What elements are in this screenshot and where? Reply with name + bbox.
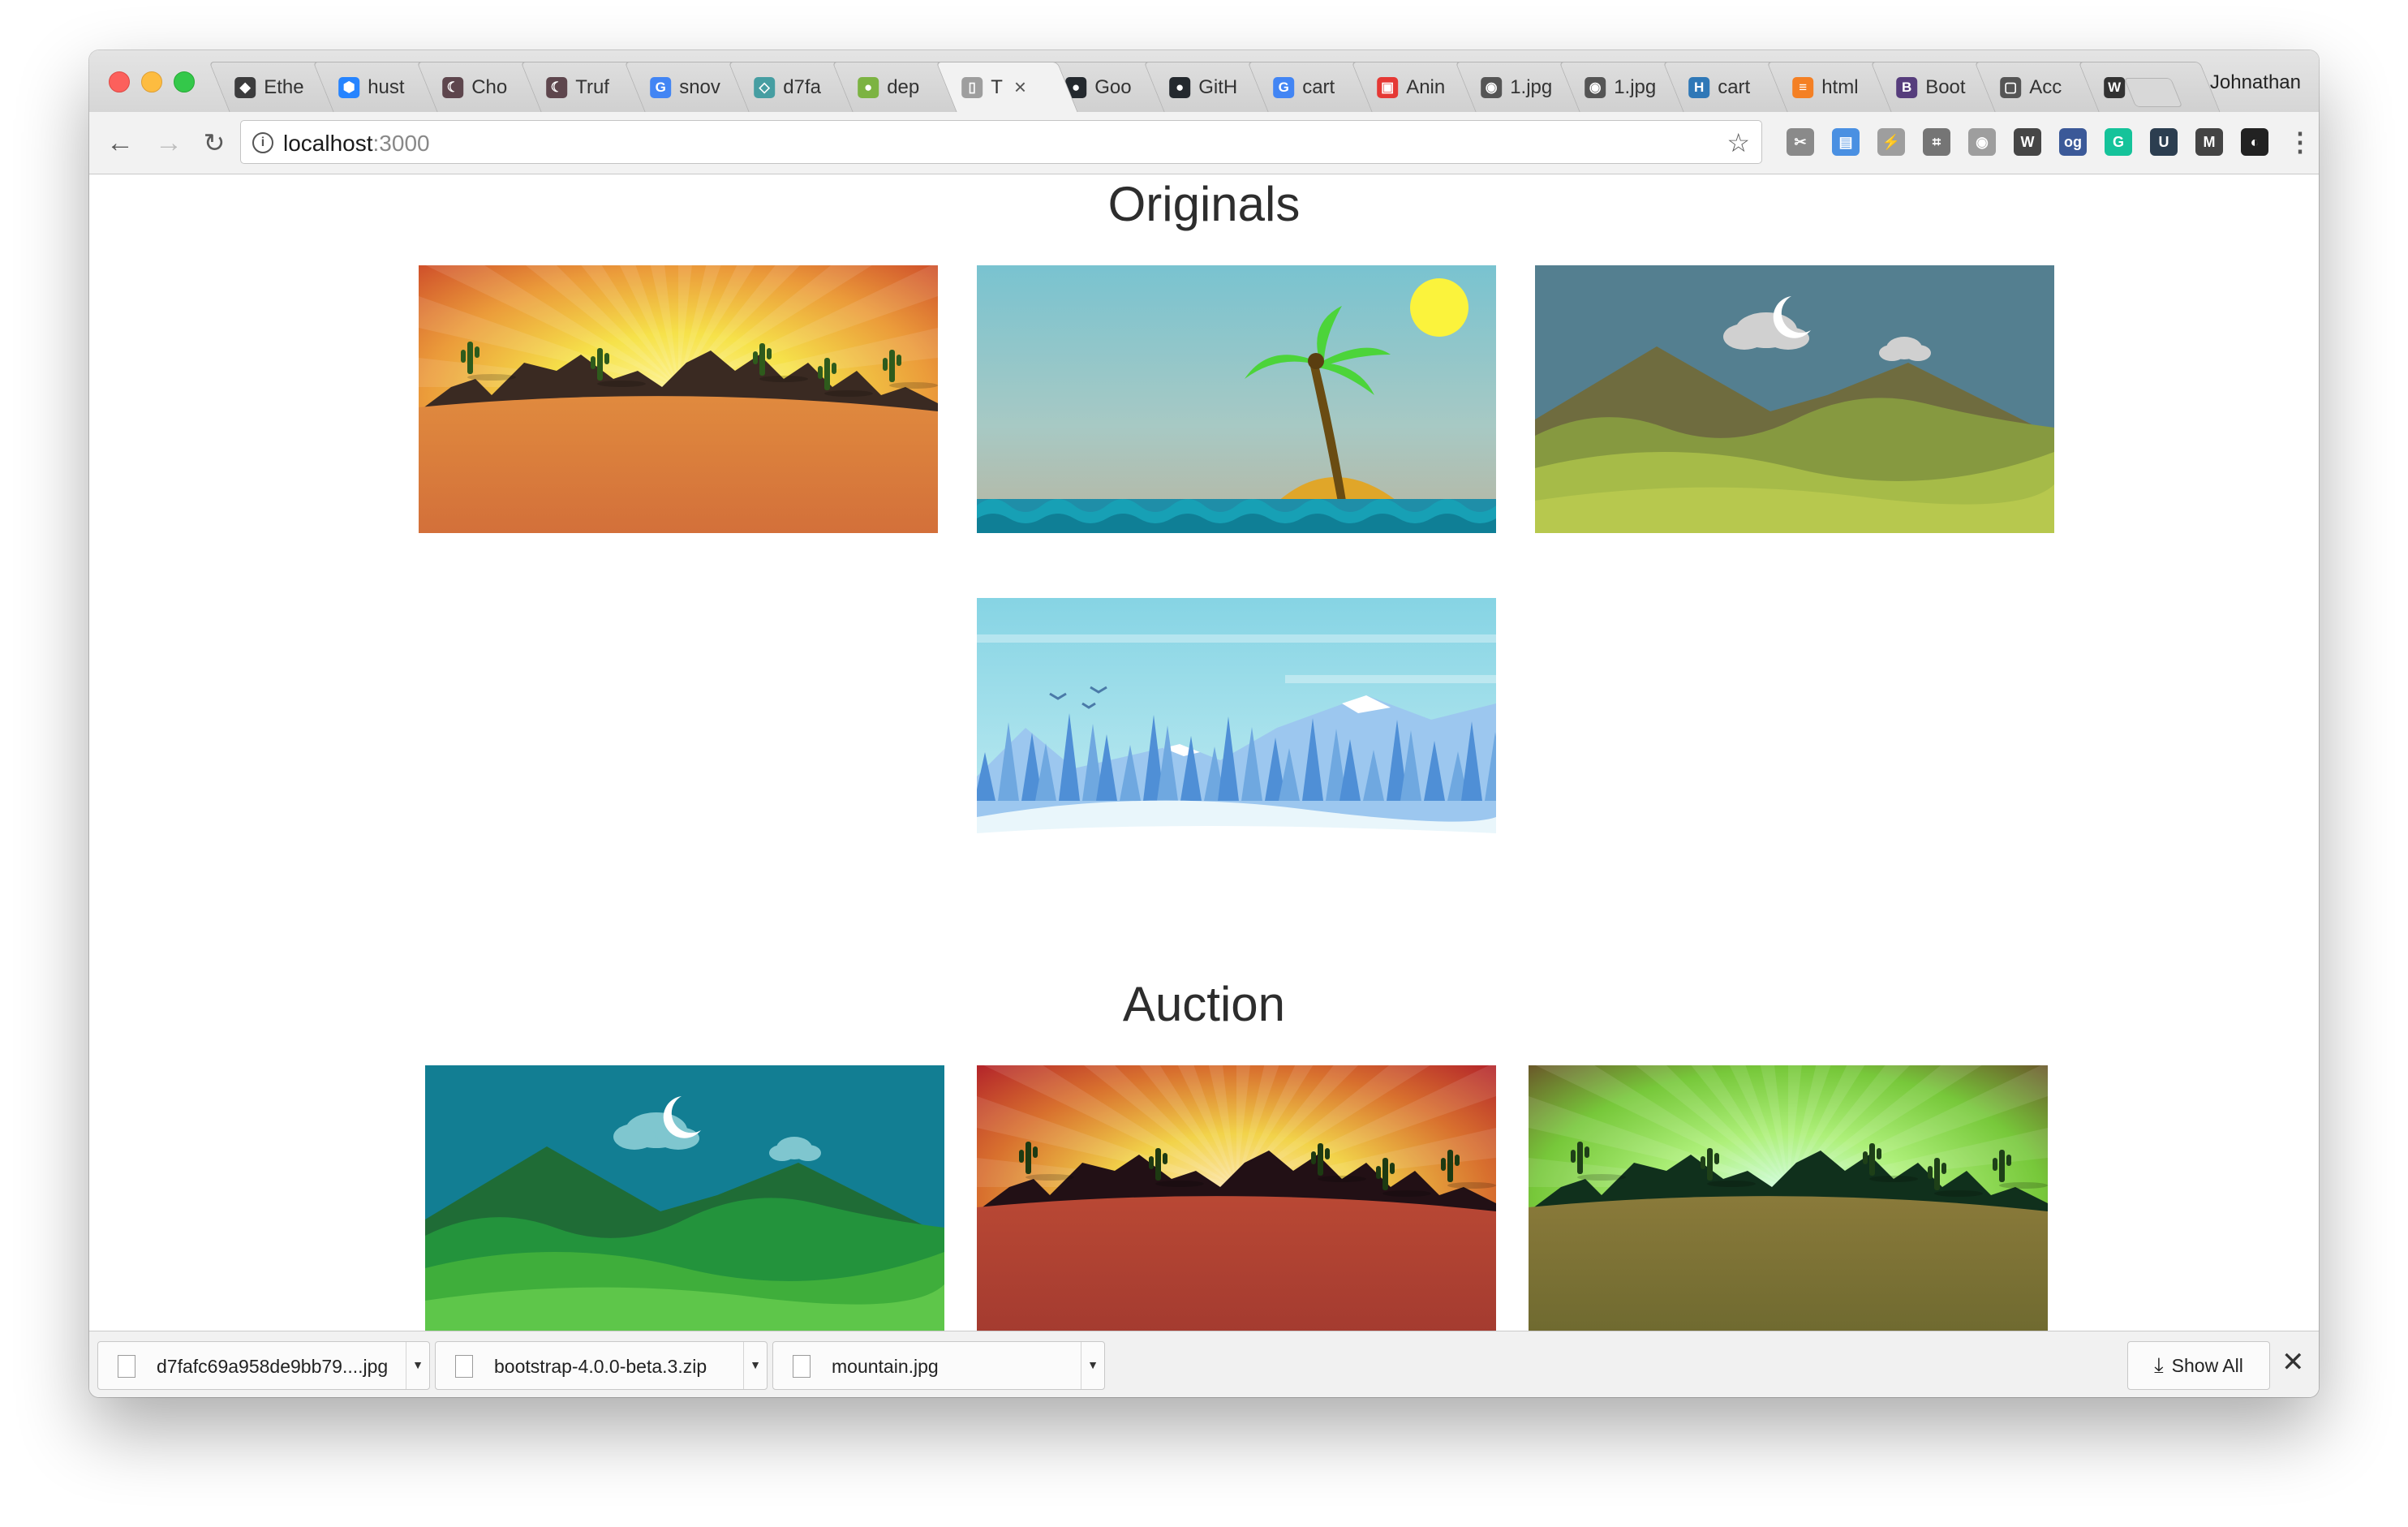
tab-title: d7fa	[783, 75, 821, 98]
bootstrap-icon: B	[1896, 76, 1918, 98]
tab-title: Truf	[575, 75, 609, 98]
wordpress-icon[interactable]: W	[2014, 128, 2041, 156]
chevron-down-icon[interactable]: ▼	[743, 1342, 767, 1389]
shield-icon[interactable]: U	[2150, 128, 2178, 156]
page-icon: ▯	[961, 76, 983, 98]
browser-window: ◆ Ethe ⬢ hust ☾ Cho ☾ Truf Gsnov ◇ d7fa ● dep ▯ T × ● Goo…	[89, 50, 2319, 1397]
snow-mountains-image[interactable]	[977, 598, 1496, 845]
tabs-row: ◆ Ethe ⬢ hust ☾ Cho ☾ Truf Gsnov ◇ d7fa ● dep ▯ T × ● Goo…	[209, 62, 2221, 112]
ipfs-icon: ◇	[754, 76, 776, 98]
window-maximize-button[interactable]	[174, 71, 195, 92]
red-square-icon: ▣	[1377, 76, 1399, 98]
file-icon	[793, 1355, 811, 1378]
download-item[interactable]: d7fafc69a958de9bb79....jpg ▼	[97, 1341, 430, 1390]
tab-title: Goo	[1094, 75, 1132, 98]
download-item[interactable]: bootstrap-4.0.0-beta.3.zip ▼	[435, 1341, 768, 1390]
ethereum-icon: ◆	[234, 76, 256, 98]
tab-title: Anin	[1406, 75, 1446, 98]
tab-title: hust	[368, 75, 405, 98]
file-icon	[455, 1355, 473, 1378]
tab-title: 1.jpg	[1614, 75, 1657, 98]
chevron-down-icon[interactable]: ▼	[406, 1342, 429, 1389]
h-icon: H	[1688, 76, 1710, 98]
window-close-button[interactable]	[109, 71, 130, 92]
url-host: localhost	[283, 131, 373, 156]
window-minimize-button[interactable]	[141, 71, 162, 92]
cast-icon[interactable]: ⌗	[1923, 128, 1950, 156]
green-circle-icon: ●	[858, 76, 879, 98]
show-all-label: Show All	[2171, 1354, 2243, 1376]
screen-icon[interactable]: ▤	[1832, 128, 1860, 156]
show-all-button[interactable]: ⤓ Show All	[2127, 1341, 2270, 1390]
gmail-m-icon[interactable]: M	[2195, 128, 2223, 156]
auction-heading: Auction	[1122, 977, 1286, 1031]
download-filename: mountain.jpg	[832, 1356, 939, 1377]
page-content: Originals Auction	[89, 174, 2319, 1331]
book-icon: ▢	[2000, 76, 2022, 98]
desert-green-image[interactable]	[1529, 1065, 2048, 1331]
file-icon	[118, 1355, 135, 1378]
github-icon: ●	[1169, 76, 1191, 98]
tab-title: GitH	[1198, 75, 1238, 98]
bookmark-star-icon[interactable]: ☆	[1726, 127, 1750, 158]
tab-title: 1.jpg	[1510, 75, 1553, 98]
camera-icon[interactable]: ◉	[1968, 128, 1996, 156]
truffle-icon: ☾	[546, 76, 568, 98]
desert-sunset-image[interactable]	[419, 265, 938, 533]
download-icon: ⤓	[2154, 1353, 2164, 1377]
truffle-icon: ☾	[442, 76, 464, 98]
tab-title: Boot	[1925, 75, 1966, 98]
menu-dots-icon[interactable]: ⋮	[2286, 127, 2314, 157]
download-filename: bootstrap-4.0.0-beta.3.zip	[494, 1356, 707, 1377]
tab-strip: ◆ Ethe ⬢ hust ☾ Cho ☾ Truf Gsnov ◇ d7fa ● dep ▯ T × ● Goo…	[89, 50, 2319, 112]
bolt-icon[interactable]: ⚡	[1877, 128, 1905, 156]
originals-heading: Originals	[1107, 177, 1301, 231]
google-icon: G	[650, 76, 672, 98]
forward-arrow-icon[interactable]: →	[153, 127, 185, 159]
stackoverflow-icon: ≡	[1792, 76, 1814, 98]
google-icon: G	[1273, 76, 1295, 98]
mountains-teal-image[interactable]	[425, 1065, 944, 1331]
download-filename: d7fafc69a958de9bb79....jpg	[157, 1356, 389, 1377]
mountains-night-image[interactable]	[1535, 265, 2054, 533]
back-arrow-icon[interactable]: ←	[104, 127, 136, 159]
og-icon[interactable]: og	[2059, 128, 2087, 156]
grammarly-icon[interactable]: G	[2105, 128, 2132, 156]
info-icon[interactable]: i	[252, 132, 273, 153]
tab-title: T	[991, 75, 1003, 98]
bitbucket-icon: ⬢	[338, 76, 360, 98]
tab-close-icon[interactable]: ×	[1014, 75, 1026, 100]
url-port: :3000	[372, 131, 430, 156]
dark-reader-icon[interactable]: ◐	[2241, 128, 2268, 156]
chevron-down-icon[interactable]: ▼	[1081, 1342, 1104, 1389]
tab-title: cart	[1718, 75, 1751, 98]
address-bar[interactable]: i localhost:3000 ☆	[240, 120, 1762, 164]
reload-icon[interactable]: ↻	[198, 127, 230, 159]
image-icon: ◉	[1481, 76, 1503, 98]
image-icon: ◉	[1585, 76, 1606, 98]
tab-title: dep	[887, 75, 920, 98]
tab-title: Ethe	[264, 75, 304, 98]
download-shelf: d7fafc69a958de9bb79....jpg ▼ bootstrap-4…	[89, 1331, 2319, 1397]
wikipedia-icon: W	[2104, 76, 2126, 98]
toolbar: ← → ↻ i localhost:3000 ☆ ✂ ▤ ⚡ ⌗ ◉ Wog G U M ◐ ⋮	[89, 112, 2319, 174]
scissors-icon[interactable]: ✂	[1787, 128, 1814, 156]
tab-title: snov	[679, 75, 720, 98]
download-item[interactable]: mountain.jpg ▼	[772, 1341, 1105, 1390]
palm-island-image[interactable]	[977, 265, 1496, 533]
profile-name[interactable]: Johnathan	[2210, 71, 2301, 94]
desert-red-image[interactable]	[977, 1065, 1496, 1331]
tab-title: Cho	[471, 75, 508, 98]
url-text[interactable]: localhost:3000	[283, 131, 430, 157]
tab-title: Acc	[2029, 75, 2062, 98]
tab-title: html	[1821, 75, 1859, 98]
browser-tab[interactable]: ▯ T ×	[935, 62, 1078, 112]
close-icon[interactable]: ✕	[2281, 1346, 2305, 1379]
tab-title: cart	[1302, 75, 1335, 98]
